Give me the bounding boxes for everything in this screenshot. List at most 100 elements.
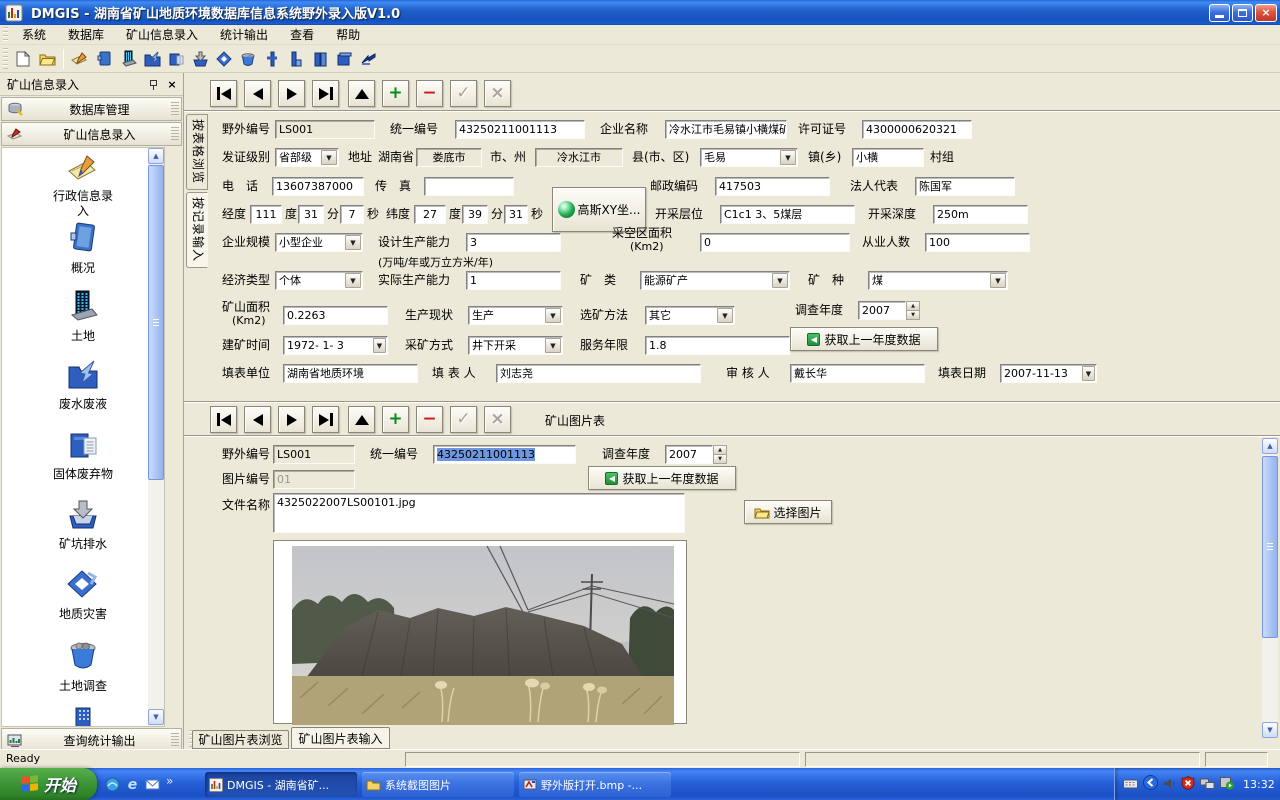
tool-stat-3-icon[interactable] bbox=[309, 48, 331, 70]
nav-cancel-button[interactable]: × bbox=[484, 80, 511, 107]
pic-unified-input[interactable]: 43250211001113 bbox=[433, 445, 576, 464]
chevron-down-icon[interactable]: ▼ bbox=[545, 308, 561, 323]
sidebar-item-overview[interactable]: 概况 bbox=[2, 221, 164, 276]
production-status-combo[interactable]: 生产▼ bbox=[468, 306, 563, 325]
chevron-down-icon[interactable]: ▼ bbox=[780, 150, 796, 165]
survey-year-spinner[interactable]: ▲ ▼ bbox=[906, 301, 920, 320]
unified-no-input[interactable]: 43250211001113 bbox=[455, 120, 585, 139]
county-combo[interactable]: 毛易▼ bbox=[700, 148, 798, 167]
fetch-last-year-button[interactable]: ◀ 获取上一年度数据 bbox=[790, 327, 938, 351]
lon-sec-input[interactable]: 7 bbox=[340, 205, 364, 224]
menu-mine-entry[interactable]: 矿山信息录入 bbox=[115, 26, 209, 44]
quicklaunch-mail-icon[interactable] bbox=[144, 776, 161, 793]
tool-land-icon[interactable] bbox=[117, 48, 139, 70]
task-folder[interactable]: 系统截图图片 bbox=[362, 772, 514, 797]
legal-rep-input[interactable]: 陈国军 bbox=[915, 177, 1015, 196]
nav-delete-button[interactable]: − bbox=[416, 80, 443, 107]
tool-stat-1-icon[interactable] bbox=[261, 48, 283, 70]
volume-tray-icon[interactable] bbox=[1163, 775, 1176, 794]
scroll-thumb[interactable] bbox=[1262, 456, 1278, 638]
scroll-up-button[interactable]: ▲ bbox=[148, 148, 164, 164]
mine-kind-combo[interactable]: 煤▼ bbox=[868, 271, 1008, 290]
tool-stat-2-icon[interactable] bbox=[285, 48, 307, 70]
tab-picture-browse[interactable]: 矿山图片表浏览 bbox=[192, 730, 289, 749]
beneficiation-combo[interactable]: 其它▼ bbox=[645, 306, 735, 325]
lon-deg-input[interactable]: 111 bbox=[250, 205, 282, 224]
pic-field-no-input[interactable]: LS001 bbox=[273, 445, 355, 464]
mining-layer-input[interactable]: C1c1 3、5煤层 bbox=[720, 205, 855, 224]
nav-post-button[interactable]: ✓ bbox=[450, 80, 477, 107]
spin-down-icon[interactable]: ▼ bbox=[713, 454, 727, 464]
chevron-down-icon[interactable]: ▼ bbox=[373, 338, 386, 353]
lat-sec-input[interactable]: 31 bbox=[504, 205, 528, 224]
restore-button[interactable] bbox=[1232, 4, 1253, 22]
goaf-area-input[interactable]: 0 bbox=[700, 233, 850, 252]
pic-nav-up-button[interactable] bbox=[348, 406, 375, 433]
menu-help[interactable]: 帮助 bbox=[325, 26, 371, 44]
fill-date-combo[interactable]: 2007-11-13▼ bbox=[1000, 364, 1097, 383]
pic-survey-year-input[interactable]: 2007 bbox=[665, 445, 713, 464]
pic-nav-post-button[interactable]: ✓ bbox=[450, 406, 477, 433]
pic-nav-prev-button[interactable] bbox=[244, 406, 271, 433]
fax-input[interactable] bbox=[424, 177, 514, 196]
pic-nav-next-button[interactable] bbox=[278, 406, 305, 433]
start-button[interactable]: 开始 bbox=[0, 768, 97, 800]
sidebar-group-mine-entry[interactable]: 矿山信息录入 bbox=[1, 122, 182, 146]
language-tray-icon[interactable] bbox=[1143, 775, 1158, 794]
sidebar-item-partial[interactable] bbox=[2, 706, 164, 727]
nav-last-button[interactable] bbox=[312, 80, 339, 107]
menu-system[interactable]: 系统 bbox=[11, 26, 57, 44]
tool-admin-entry-icon[interactable] bbox=[69, 48, 91, 70]
minimize-button[interactable] bbox=[1209, 4, 1230, 22]
lon-min-input[interactable]: 31 bbox=[298, 205, 324, 224]
network-tray-icon[interactable] bbox=[1200, 775, 1215, 794]
nav-add-button[interactable]: + bbox=[382, 80, 409, 107]
scroll-down-button[interactable]: ▼ bbox=[1262, 722, 1278, 738]
choose-picture-button[interactable]: 选择图片 bbox=[744, 500, 832, 524]
sidebar-item-admin-entry[interactable]: 行政信息录入 bbox=[2, 153, 164, 219]
vtab-table-browse[interactable]: 按表格浏览 bbox=[186, 114, 208, 190]
quicklaunch-overflow-chevron[interactable]: » bbox=[166, 774, 173, 788]
chevron-down-icon[interactable]: ▼ bbox=[990, 273, 1006, 288]
sidebar-item-geohazard[interactable]: 地质灾害 bbox=[2, 569, 164, 622]
actual-capacity-input[interactable]: 1 bbox=[466, 271, 561, 290]
tool-drainage-icon[interactable] bbox=[189, 48, 211, 70]
chevron-down-icon[interactable]: ▼ bbox=[321, 150, 337, 165]
chevron-down-icon[interactable]: ▼ bbox=[345, 235, 361, 250]
fill-person-input[interactable]: 刘志尧 bbox=[496, 364, 701, 383]
scroll-thumb[interactable] bbox=[148, 165, 164, 480]
lat-deg-input[interactable]: 27 bbox=[414, 205, 446, 224]
sidebar-close-icon[interactable]: × bbox=[165, 78, 179, 91]
app-run-tray-icon[interactable] bbox=[1220, 775, 1235, 794]
design-capacity-input[interactable]: 3 bbox=[466, 233, 561, 252]
menu-stat-output[interactable]: 统计输出 bbox=[209, 26, 279, 44]
enterprise-scale-combo[interactable]: 小型企业▼ bbox=[275, 233, 363, 252]
chevron-down-icon[interactable]: ▼ bbox=[1082, 366, 1095, 381]
field-no-input[interactable]: LS001 bbox=[275, 120, 375, 139]
sidebar-scrollbar[interactable]: ▲ ▼ bbox=[148, 148, 164, 726]
tool-geohazard-icon[interactable] bbox=[213, 48, 235, 70]
chevron-down-icon[interactable]: ▼ bbox=[545, 338, 561, 353]
tool-wastewater-icon[interactable] bbox=[141, 48, 163, 70]
tool-overview-icon[interactable] bbox=[93, 48, 115, 70]
license-input[interactable]: 4300000620321 bbox=[862, 120, 972, 139]
scroll-down-button[interactable]: ▼ bbox=[148, 709, 164, 725]
close-button[interactable]: × bbox=[1255, 4, 1277, 22]
quicklaunch-ie-icon[interactable]: e bbox=[124, 776, 141, 793]
pic-nav-add-button[interactable]: + bbox=[382, 406, 409, 433]
built-time-combo[interactable]: 1972- 1- 3▼ bbox=[283, 336, 388, 355]
pic-no-input[interactable]: 01 bbox=[273, 470, 355, 489]
sidebar-group-db-manage[interactable]: 数据库管理 bbox=[1, 97, 182, 121]
pic-nav-delete-button[interactable]: − bbox=[416, 406, 443, 433]
spin-down-icon[interactable]: ▼ bbox=[906, 310, 920, 320]
task-paint[interactable]: 野外版打开.bmp -... bbox=[519, 772, 671, 797]
mining-depth-input[interactable]: 250m bbox=[933, 205, 1028, 224]
enterprise-input[interactable]: 冷水江市毛易镇小横煤矿 bbox=[665, 120, 787, 139]
tool-exit-icon[interactable] bbox=[357, 48, 379, 70]
pic-nav-first-button[interactable] bbox=[210, 406, 237, 433]
keyboard-tray-icon[interactable] bbox=[1123, 775, 1138, 794]
sidebar-item-land[interactable]: 土地 bbox=[2, 289, 164, 344]
mine-class-combo[interactable]: 能源矿产▼ bbox=[640, 271, 790, 290]
postcode-input[interactable]: 417503 bbox=[715, 177, 830, 196]
file-name-input[interactable]: 4325022007LS00101.jpg bbox=[273, 493, 685, 533]
